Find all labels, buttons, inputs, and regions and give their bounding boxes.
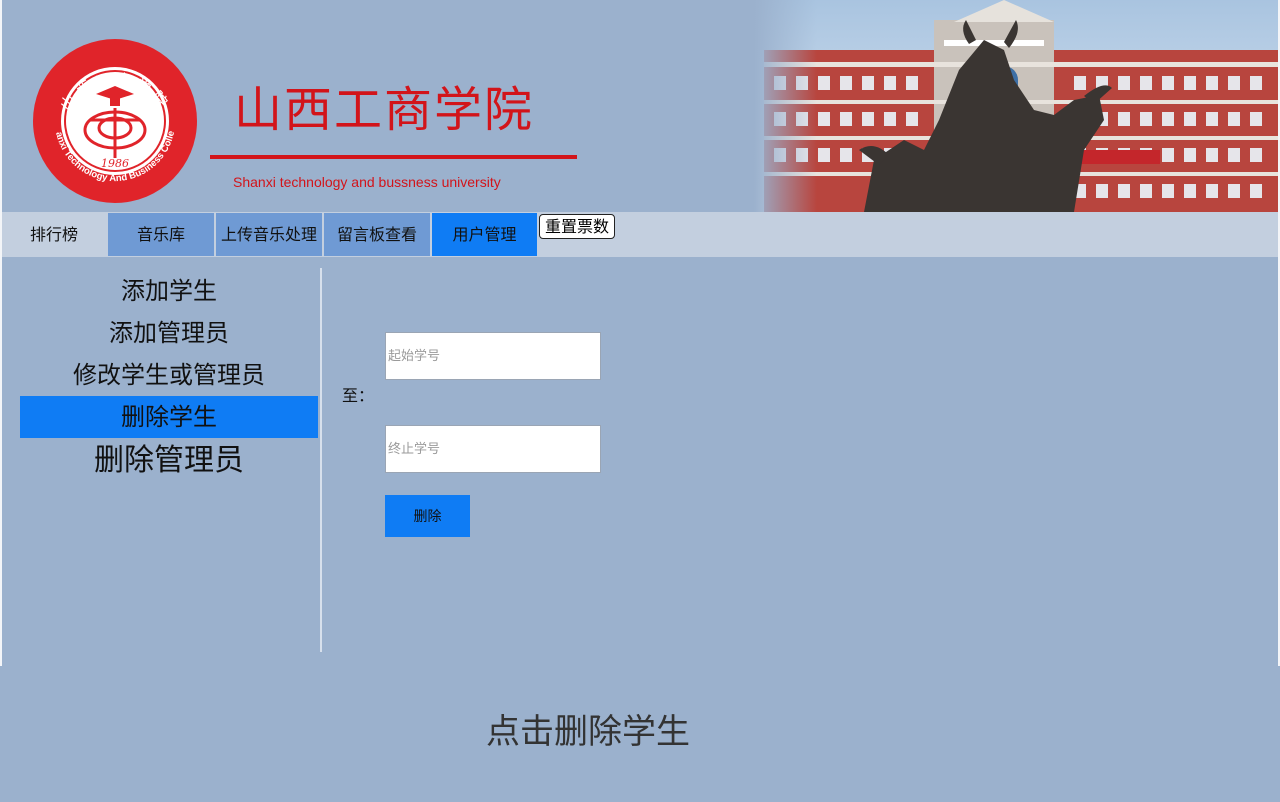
delete-button[interactable]: 删除 (385, 495, 470, 537)
nav-item-music-library[interactable]: 音乐库 (108, 213, 214, 256)
header: 山西工商学院 Shanxi Technology And Business Co… (2, 0, 1278, 212)
school-name-title: 山西工商学院 (234, 82, 535, 138)
end-student-id-input[interactable] (385, 425, 601, 473)
top-nav-bar: 排行榜 音乐库 上传音乐处理 留言板查看 用户管理 重置票数 (2, 212, 1278, 257)
footer-caption: 点击删除学生 (486, 712, 690, 752)
sidebar-item-add-student[interactable]: 添加学生 (20, 272, 318, 310)
school-seal-logo: 山西工商学院 Shanxi Technology And Business Co… (30, 36, 197, 203)
reset-votes-button[interactable]: 重置票数 (539, 214, 615, 239)
nav-item-user-management[interactable]: 用户管理 (432, 213, 537, 256)
svg-text:1986: 1986 (101, 157, 129, 170)
nav-item-message-board[interactable]: 留言板查看 (324, 213, 430, 256)
range-to-label: 至： (342, 386, 375, 405)
sidebar-item-add-admin[interactable]: 添加管理员 (20, 314, 318, 352)
sidebar-divider (320, 268, 322, 652)
sidebar-item-edit-student-or-admin[interactable]: 修改学生或管理员 (20, 356, 318, 394)
school-name-subtitle: Shanxi technology and bussness universit… (233, 174, 501, 190)
title-underline (210, 155, 577, 159)
campus-building-banner-image (754, 0, 1278, 212)
sidebar-item-delete-student[interactable]: 删除学生 (20, 396, 318, 438)
start-student-id-input[interactable] (385, 332, 601, 380)
sidebar-item-delete-admin[interactable]: 删除管理员 (20, 440, 318, 482)
nav-item-upload-music[interactable]: 上传音乐处理 (216, 213, 322, 256)
nav-item-ranking[interactable]: 排行榜 (2, 213, 106, 256)
